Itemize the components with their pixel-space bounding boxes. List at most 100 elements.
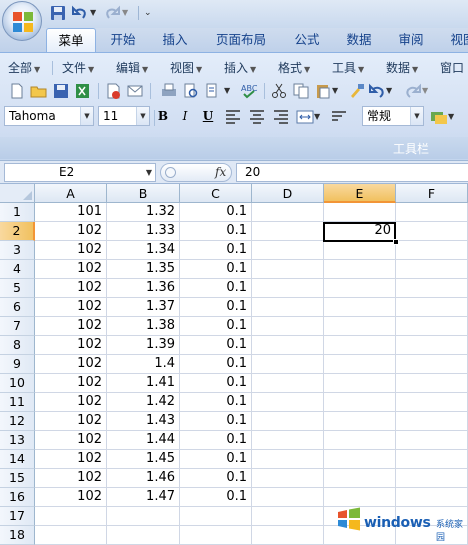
select-all-button[interactable] bbox=[0, 184, 35, 203]
cell-c13[interactable]: 0.1 bbox=[180, 431, 252, 450]
cell-c16[interactable]: 0.1 bbox=[180, 488, 252, 507]
row-header[interactable]: 11 bbox=[0, 393, 35, 412]
email-icon[interactable] bbox=[126, 82, 144, 100]
cell-b17[interactable] bbox=[107, 507, 180, 526]
column-header-b[interactable]: B bbox=[107, 184, 180, 203]
cell-f2[interactable] bbox=[396, 222, 468, 241]
cell-e9[interactable] bbox=[324, 355, 396, 374]
open-folder-icon[interactable] bbox=[30, 82, 48, 100]
chevron-down-icon[interactable]: ▼ bbox=[448, 108, 466, 126]
cell-d17[interactable] bbox=[252, 507, 324, 526]
cell-f13[interactable] bbox=[396, 431, 468, 450]
row-header[interactable]: 2 bbox=[0, 222, 35, 241]
row-header[interactable]: 8 bbox=[0, 336, 35, 355]
menu-tools[interactable]: 工具 ▼ bbox=[332, 57, 364, 79]
cell-a1[interactable]: 101 bbox=[35, 203, 107, 222]
cell-d13[interactable] bbox=[252, 431, 324, 450]
tab-formulas[interactable]: 公式 bbox=[284, 28, 330, 52]
cell-a3[interactable]: 102 bbox=[35, 241, 107, 260]
number-format-combo[interactable]: 常规 ▼ bbox=[362, 106, 424, 126]
cell-b7[interactable]: 1.38 bbox=[107, 317, 180, 336]
paste-icon[interactable] bbox=[314, 82, 332, 100]
cell-e6[interactable] bbox=[324, 298, 396, 317]
cell-e13[interactable] bbox=[324, 431, 396, 450]
cell-c8[interactable]: 0.1 bbox=[180, 336, 252, 355]
menu-file[interactable]: 文件 ▼ bbox=[62, 57, 94, 79]
cell-d5[interactable] bbox=[252, 279, 324, 298]
cell-e5[interactable] bbox=[324, 279, 396, 298]
permission-icon[interactable] bbox=[104, 82, 122, 100]
undo-icon[interactable] bbox=[72, 5, 88, 21]
cell-f5[interactable] bbox=[396, 279, 468, 298]
row-header[interactable]: 12 bbox=[0, 412, 35, 431]
cell-c1[interactable]: 0.1 bbox=[180, 203, 252, 222]
cell-c15[interactable]: 0.1 bbox=[180, 469, 252, 488]
menu-view[interactable]: 视图 ▼ bbox=[170, 57, 202, 79]
align-right-icon[interactable] bbox=[272, 108, 290, 126]
cell-a14[interactable]: 102 bbox=[35, 450, 107, 469]
undo-icon[interactable] bbox=[368, 82, 386, 100]
cell-f10[interactable] bbox=[396, 374, 468, 393]
cell-c9[interactable]: 0.1 bbox=[180, 355, 252, 374]
cell-b4[interactable]: 1.35 bbox=[107, 260, 180, 279]
cell-c3[interactable]: 0.1 bbox=[180, 241, 252, 260]
cell-b1[interactable]: 1.32 bbox=[107, 203, 180, 222]
column-header-f[interactable]: F bbox=[396, 184, 468, 203]
cell-b3[interactable]: 1.34 bbox=[107, 241, 180, 260]
cell-f9[interactable] bbox=[396, 355, 468, 374]
cell-f15[interactable] bbox=[396, 469, 468, 488]
export-sheet-icon[interactable] bbox=[74, 82, 92, 100]
cell-b9[interactable]: 1.4 bbox=[107, 355, 180, 374]
cell-d8[interactable] bbox=[252, 336, 324, 355]
cell-f14[interactable] bbox=[396, 450, 468, 469]
tab-insert[interactable]: 插入 bbox=[152, 28, 198, 52]
cell-f11[interactable] bbox=[396, 393, 468, 412]
row-header[interactable]: 3 bbox=[0, 241, 35, 260]
office-button[interactable] bbox=[2, 1, 42, 41]
expand-circle-icon[interactable] bbox=[165, 167, 176, 178]
customize-qat-icon[interactable]: ⌄ bbox=[144, 5, 160, 21]
cell-a12[interactable]: 102 bbox=[35, 412, 107, 431]
cut-icon[interactable] bbox=[270, 82, 288, 100]
column-header-a[interactable]: A bbox=[35, 184, 107, 203]
cell-e4[interactable] bbox=[324, 260, 396, 279]
cell-b15[interactable]: 1.46 bbox=[107, 469, 180, 488]
row-header[interactable]: 4 bbox=[0, 260, 35, 279]
tab-view[interactable]: 视图 bbox=[440, 28, 468, 52]
cell-c12[interactable]: 0.1 bbox=[180, 412, 252, 431]
row-header[interactable]: 5 bbox=[0, 279, 35, 298]
cell-f3[interactable] bbox=[396, 241, 468, 260]
cell-d2[interactable] bbox=[252, 222, 324, 241]
cell-e1[interactable] bbox=[324, 203, 396, 222]
cell-b18[interactable] bbox=[107, 526, 180, 545]
row-header[interactable]: 1 bbox=[0, 203, 35, 222]
chevron-down-icon[interactable]: ▼ bbox=[386, 82, 404, 100]
cell-a16[interactable]: 102 bbox=[35, 488, 107, 507]
cell-b5[interactable]: 1.36 bbox=[107, 279, 180, 298]
underline-button[interactable]: U bbox=[198, 107, 218, 126]
cell-a15[interactable]: 102 bbox=[35, 469, 107, 488]
menu-window[interactable]: 窗口 bbox=[440, 57, 464, 79]
redo-dropdown-icon[interactable]: ▼ bbox=[122, 5, 138, 21]
tab-data[interactable]: 数据 bbox=[336, 28, 382, 52]
cell-c11[interactable]: 0.1 bbox=[180, 393, 252, 412]
cell-a11[interactable]: 102 bbox=[35, 393, 107, 412]
print-preview-icon[interactable] bbox=[182, 82, 200, 100]
cell-e10[interactable] bbox=[324, 374, 396, 393]
cell-a4[interactable]: 102 bbox=[35, 260, 107, 279]
cell-d10[interactable] bbox=[252, 374, 324, 393]
merge-center-icon[interactable] bbox=[296, 108, 314, 126]
cell-f7[interactable] bbox=[396, 317, 468, 336]
align-center-icon[interactable] bbox=[248, 108, 266, 126]
formula-input[interactable]: 20 bbox=[236, 163, 468, 182]
research-icon[interactable] bbox=[204, 82, 222, 100]
cell-f1[interactable] bbox=[396, 203, 468, 222]
cell-b8[interactable]: 1.39 bbox=[107, 336, 180, 355]
menu-insert[interactable]: 插入 ▼ bbox=[224, 57, 256, 79]
row-header[interactable]: 14 bbox=[0, 450, 35, 469]
cell-d4[interactable] bbox=[252, 260, 324, 279]
menu-edit[interactable]: 编辑 ▼ bbox=[116, 57, 148, 79]
cell-c10[interactable]: 0.1 bbox=[180, 374, 252, 393]
cell-b6[interactable]: 1.37 bbox=[107, 298, 180, 317]
save-icon[interactable] bbox=[52, 82, 70, 100]
